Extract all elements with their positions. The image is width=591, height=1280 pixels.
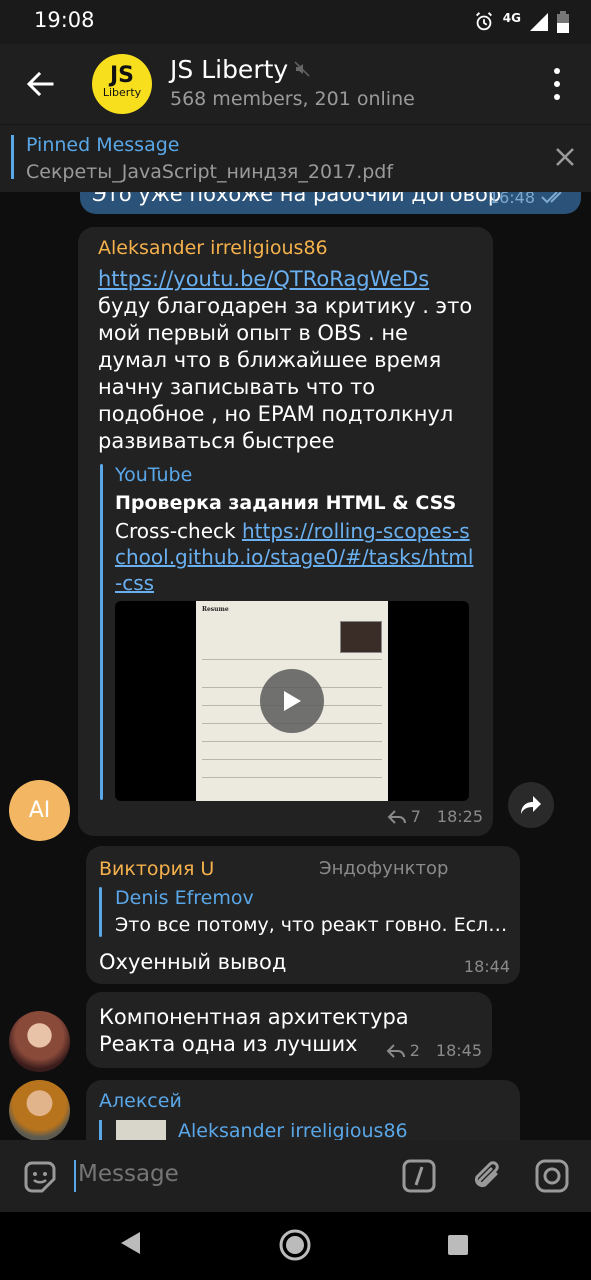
message-meta: 18:44	[464, 957, 510, 976]
avatar-logo-subtext: Liberty	[102, 86, 142, 99]
message-text: Это уже похоже на рабочий договор	[92, 192, 502, 206]
message-body: https://youtu.be/QTRoRagWeDs буду благод…	[98, 266, 483, 455]
nav-home-icon[interactable]	[278, 1228, 312, 1262]
thumbnail-photo	[340, 621, 382, 653]
sender-name[interactable]: Виктория U	[99, 858, 214, 880]
dot-icon	[554, 68, 560, 74]
preview-accent-bar	[100, 464, 103, 800]
battery-icon	[557, 11, 569, 33]
message-input[interactable]	[78, 1161, 378, 1187]
message-meta: 7 18:25	[387, 807, 483, 826]
thumbnail-line	[202, 759, 382, 760]
thumbnail-title: Resume	[202, 606, 229, 613]
play-button[interactable]	[260, 669, 324, 733]
avatar-logo-text: JS	[109, 63, 135, 88]
network-type: 4G	[502, 11, 521, 25]
thumbnail-line	[202, 741, 382, 742]
dot-icon	[554, 94, 560, 100]
group-avatar[interactable]: JS Liberty	[92, 54, 152, 114]
nav-back-icon[interactable]	[118, 1230, 142, 1256]
reply-arrow-icon	[387, 809, 406, 824]
message-text: Охуенный вывод	[99, 950, 287, 974]
reply-accent-bar	[99, 1120, 102, 1140]
sender-name[interactable]: Aleksander irreligious86	[98, 237, 328, 259]
reply-thumbnail	[116, 1120, 166, 1140]
pinned-message-bar[interactable]: Pinned Message Секреты_JavaScript_ниндзя…	[0, 124, 591, 192]
sender-name[interactable]: Алексей	[99, 1090, 182, 1112]
preview-site-name: YouTube	[115, 464, 193, 486]
text-caret	[74, 1160, 76, 1192]
instagram-camera-icon[interactable]	[535, 1159, 569, 1193]
pinned-accent-bar	[11, 135, 14, 179]
emoji-sticker-icon[interactable]	[22, 1159, 58, 1195]
system-nav-bar	[0, 1212, 591, 1280]
chat-messages[interactable]: Это уже похоже на рабочий договор 16:48 …	[0, 192, 591, 1140]
video-thumbnail[interactable]: Resume	[115, 601, 469, 801]
signal-icon	[530, 13, 548, 31]
pinned-label: Pinned Message	[26, 134, 180, 156]
message-link[interactable]: https://youtu.be/QTRoRagWeDs	[98, 267, 429, 291]
close-icon[interactable]	[555, 147, 575, 167]
outgoing-message[interactable]: Это уже похоже на рабочий договор 16:48	[80, 192, 581, 214]
forward-button[interactable]	[508, 782, 554, 828]
thumbnail-line	[202, 777, 382, 778]
status-time: 19:08	[34, 8, 95, 32]
thumbnail-line	[202, 659, 382, 660]
reply-sender: Aleksander irreligious86	[178, 1120, 408, 1140]
reply-sender: Denis Efremov	[115, 887, 254, 909]
message-meta: 2 18:45	[386, 1041, 482, 1060]
dot-icon	[554, 81, 560, 87]
chat-header: JS Liberty JS Liberty 568 members, 201 o…	[0, 44, 591, 124]
preview-description: Cross-check https://rolling-scopes-schoo…	[115, 518, 480, 596]
message-text: буду благодарен за критику . это мой пер…	[98, 294, 473, 453]
reply-quote[interactable]: Denis Efremov Это все потому, что реакт …	[99, 887, 509, 941]
arrow-left-icon	[26, 72, 54, 96]
status-icons: 4G	[473, 8, 569, 36]
message-bubble[interactable]: Компонентная архитектура Реакта одна из …	[86, 992, 492, 1068]
preview-title: Проверка задания HTML & CSS	[115, 492, 457, 514]
message-bubble[interactable]: Aleksander irreligious86 https://youtu.b…	[78, 227, 493, 836]
user-avatar[interactable]	[9, 1080, 70, 1140]
message-bubble[interactable]: Алексей Aleksander irreligious86	[86, 1080, 520, 1140]
message-time: 16:48	[488, 192, 535, 207]
play-icon	[284, 691, 301, 711]
sender-title: Эндофунктор	[319, 858, 449, 879]
chat-title[interactable]: JS Liberty	[170, 55, 288, 84]
reply-count: 7	[410, 807, 421, 826]
double-check-icon	[541, 192, 562, 204]
reply-count: 2	[409, 1041, 420, 1060]
message-time: 18:44	[463, 957, 510, 976]
pinned-text: Секреты_JavaScript_ниндзя_2017.pdf	[26, 161, 394, 183]
status-bar: 19:08 4G	[0, 0, 591, 44]
message-time: 18:45	[435, 1041, 482, 1060]
link-preview[interactable]: YouTube Проверка задания HTML & CSS Cros…	[100, 464, 480, 801]
chat-members-count: 568 members, 201 online	[170, 88, 415, 110]
user-avatar[interactable]	[9, 1011, 70, 1072]
bot-command-icon[interactable]	[402, 1159, 436, 1193]
reply-text: Это все потому, что реакт говно. Если б…	[115, 914, 509, 936]
mute-icon	[294, 61, 310, 77]
alarm-icon	[475, 12, 492, 31]
back-button[interactable]	[20, 64, 60, 104]
message-bubble[interactable]: Виктория U Эндофунктор Denis Efremov Это…	[86, 846, 520, 984]
share-arrow-icon	[521, 796, 541, 814]
nav-recents-icon[interactable]	[447, 1234, 469, 1256]
message-input-bar	[0, 1140, 591, 1212]
attach-icon[interactable]	[470, 1159, 504, 1193]
more-menu-button[interactable]	[547, 68, 567, 100]
message-time: 18:25	[436, 807, 483, 826]
reply-accent-bar	[99, 887, 102, 937]
preview-desc-prefix: Cross-check	[115, 519, 242, 543]
reply-arrow-icon	[386, 1043, 405, 1058]
user-avatar[interactable]: AI	[9, 780, 70, 841]
